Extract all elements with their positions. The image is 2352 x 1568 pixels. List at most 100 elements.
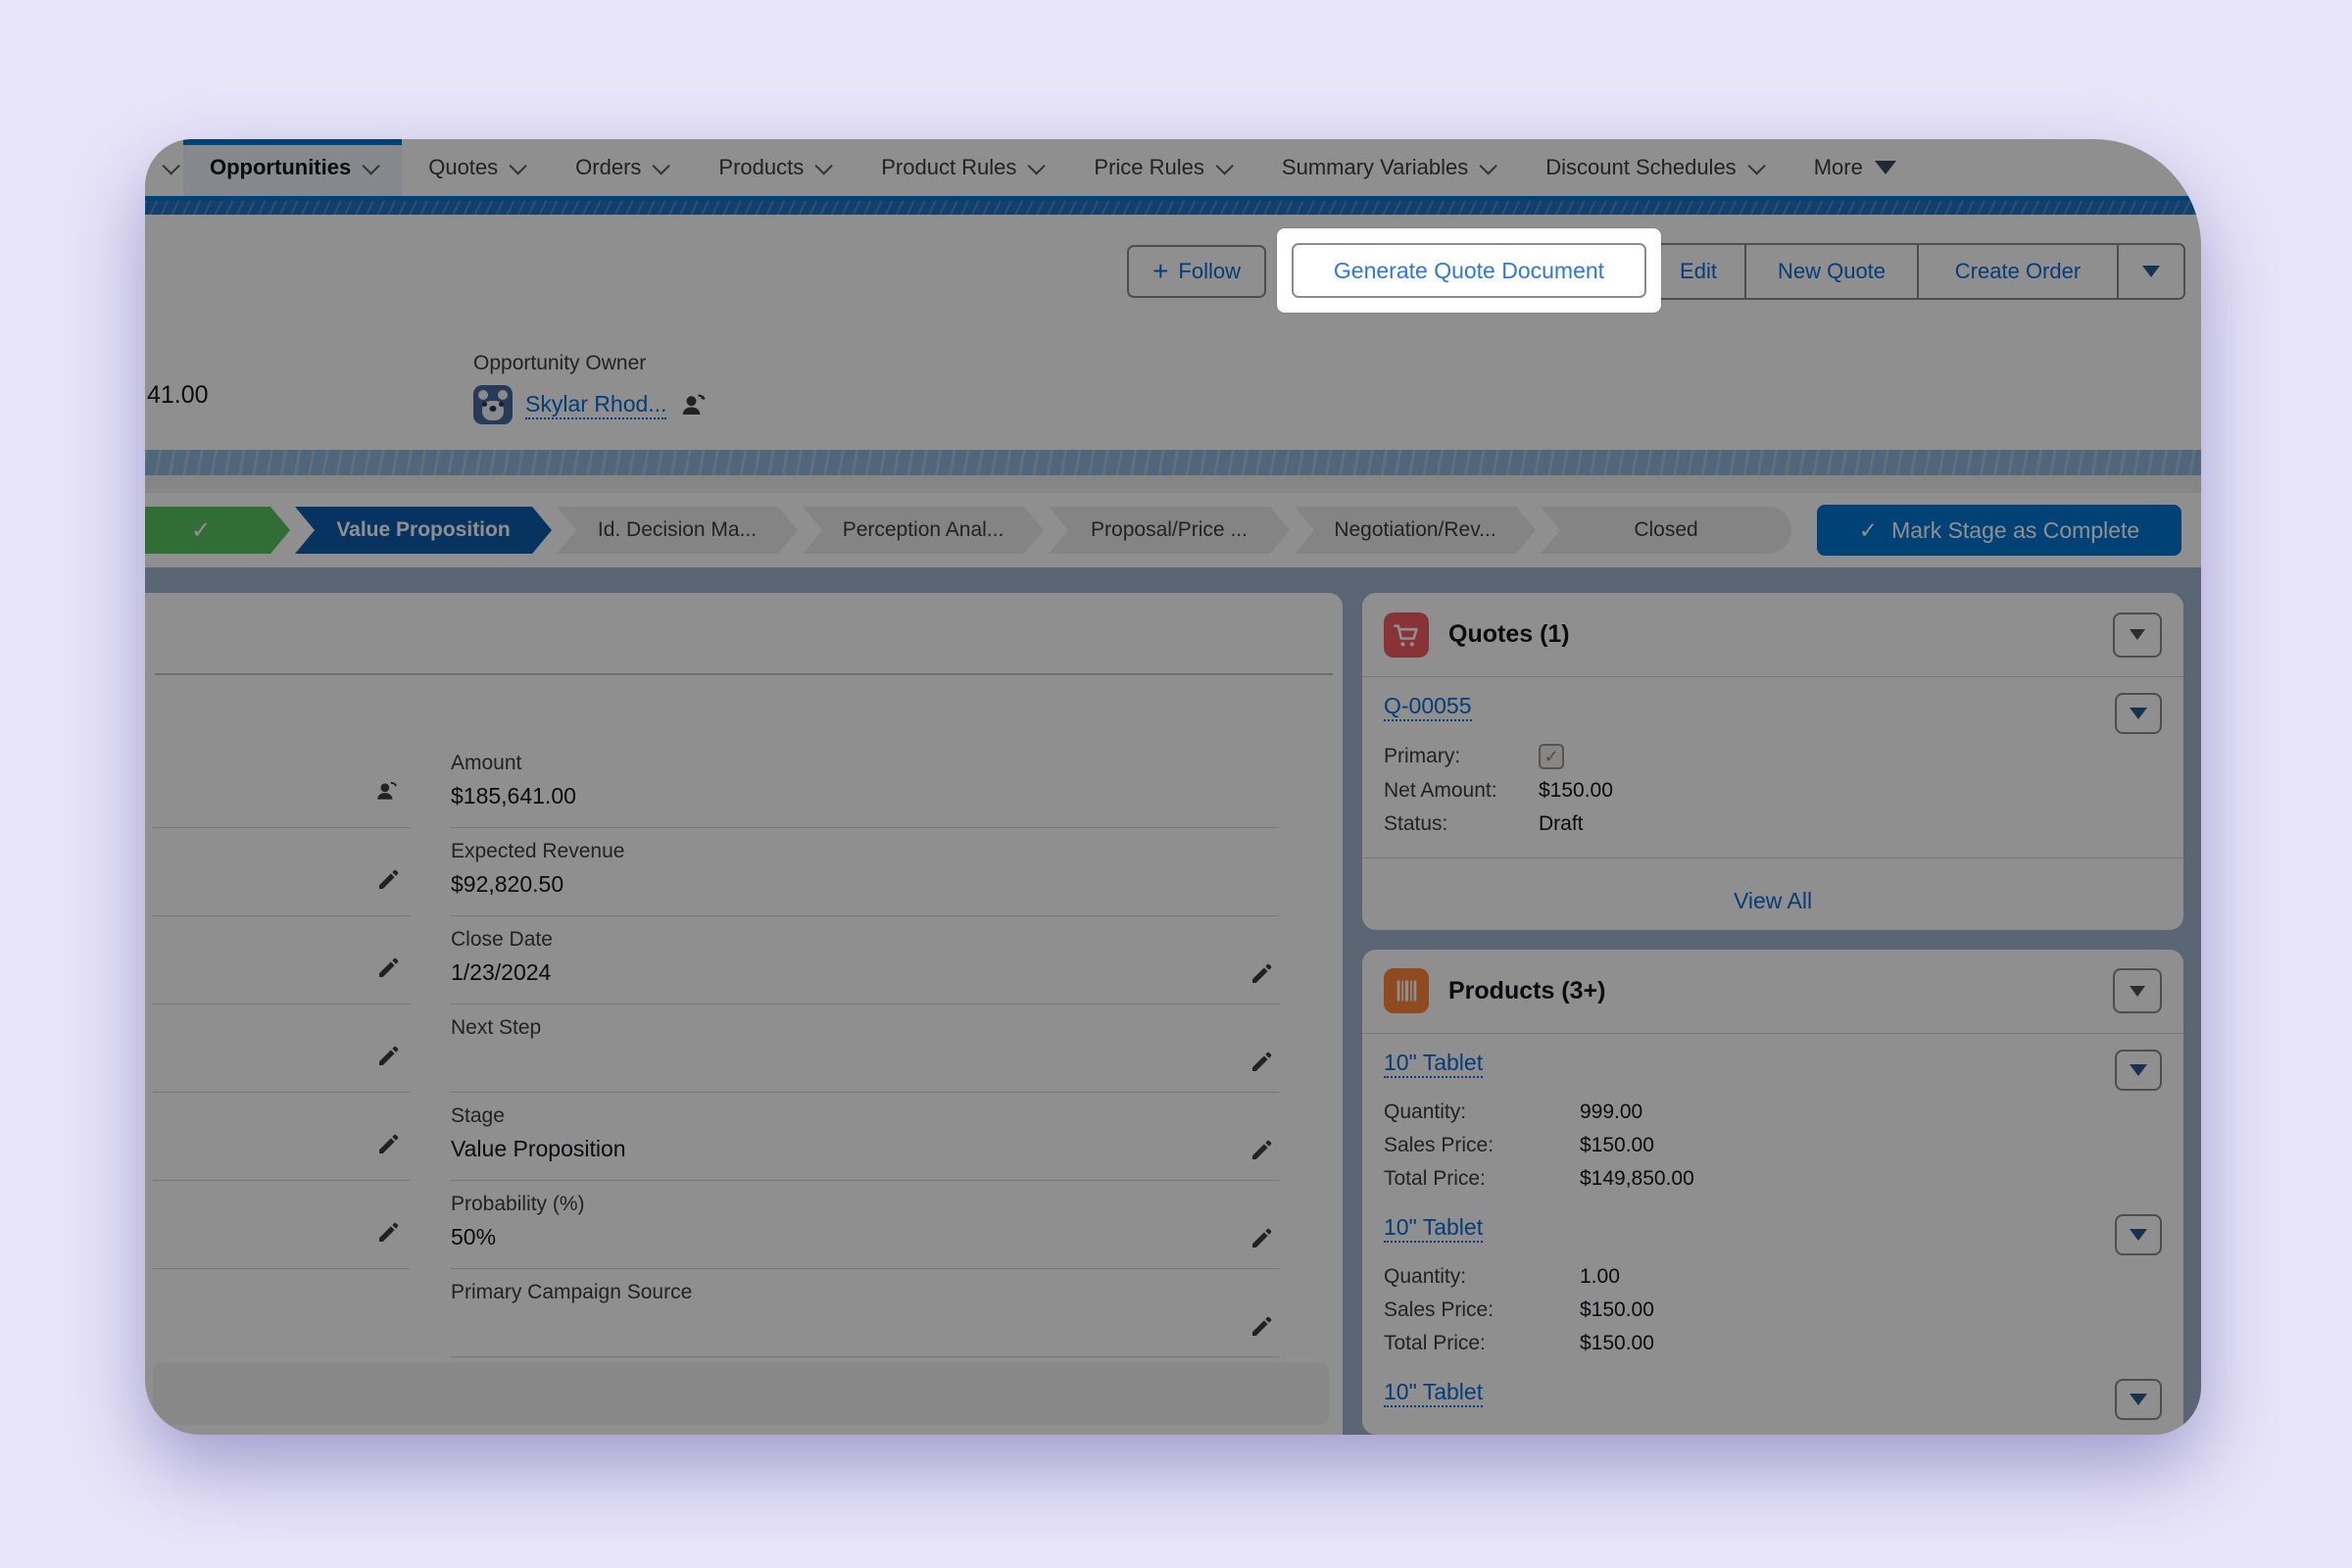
tab-summary-variables[interactable]: Summary Variables: [1255, 139, 1519, 196]
new-quote-button[interactable]: New Quote: [1744, 245, 1917, 298]
product-row-dropdown-button[interactable]: [2115, 1379, 2162, 1420]
view-all-link[interactable]: View All: [1734, 888, 1812, 914]
edit-pencil-icon[interactable]: [1250, 1315, 1273, 1339]
owner-avatar: [473, 385, 513, 424]
path-stage-value-proposition[interactable]: Value Proposition: [295, 507, 552, 554]
field-label: Close Date: [451, 928, 1279, 952]
edit-pencil-icon[interactable]: [1250, 1051, 1273, 1074]
total-price-label: Total Price:: [1384, 1167, 1580, 1191]
products-related-list: Products (3+) 10" Tablet: [1362, 950, 2183, 1435]
app-window: Opportunities Quotes Orders Products Pro…: [145, 139, 2201, 1435]
tab-discount-schedules[interactable]: Discount Schedules: [1519, 139, 1787, 196]
quotes-related-list: Quotes (1) Q-00055 Primary: ✓: [1362, 593, 2183, 930]
path-stage-id-decision-makers[interactable]: Id. Decision Ma...: [557, 507, 798, 554]
follow-button[interactable]: + Follow: [1127, 245, 1266, 298]
status-value: Draft: [1539, 812, 1584, 836]
quote-record-link[interactable]: Q-00055: [1384, 693, 1472, 721]
product-record-link[interactable]: 10" Tablet: [1384, 1050, 1483, 1078]
owner-link[interactable]: Skylar Rhod...: [525, 391, 666, 419]
tab-label: More: [1814, 155, 1863, 180]
mark-stage-complete-button[interactable]: ✓ Mark Stage as Complete: [1817, 505, 2181, 556]
quantity-label: Quantity:: [1384, 1265, 1580, 1289]
quantity-value: 999.00: [1580, 1101, 1642, 1124]
edit-pencil-icon[interactable]: [1250, 962, 1273, 986]
product-record-link[interactable]: 10" Tablet: [1384, 1379, 1483, 1407]
clipped-amount-value: 41.00: [147, 381, 209, 410]
path-stage-proposal-price[interactable]: Proposal/Price ...: [1049, 507, 1290, 554]
opportunity-owner-field: Opportunity Owner Skylar Rhod...: [473, 352, 709, 424]
change-owner-icon[interactable]: [374, 778, 400, 804]
edit-pencil-icon[interactable]: [1250, 1139, 1273, 1162]
clipped-field-row: [153, 916, 410, 1004]
path-stage-perception-analysis[interactable]: Perception Anal...: [803, 507, 1044, 554]
tab-label: Orders: [575, 155, 641, 180]
tab-more[interactable]: More: [1788, 139, 1923, 196]
field-next-step: Next Step: [451, 1004, 1279, 1093]
field-value: $185,641.00: [451, 783, 1279, 810]
path-stage-closed[interactable]: Closed: [1541, 507, 1791, 554]
tab-opportunities[interactable]: Opportunities: [183, 139, 402, 196]
quantity-value: 1.00: [1580, 1265, 1620, 1289]
generate-quote-document-button[interactable]: Generate Quote Document: [1292, 243, 1646, 298]
record-header: + Follow Edit New Quote Create Order 41.…: [145, 215, 2201, 450]
tab-price-rules[interactable]: Price Rules: [1067, 139, 1254, 196]
tab-label: Discount Schedules: [1545, 155, 1736, 180]
chevron-down-icon[interactable]: [653, 157, 670, 174]
chevron-down-icon[interactable]: [363, 157, 380, 174]
quotes-card-title[interactable]: Quotes (1): [1448, 620, 1570, 649]
clipped-tab-chevron-icon[interactable]: [155, 139, 183, 196]
more-actions-dropdown-button[interactable]: [2117, 245, 2183, 298]
primary-checkbox[interactable]: ✓: [1539, 744, 1564, 769]
owner-field-label: Opportunity Owner: [473, 352, 709, 375]
section-gap: [145, 567, 2201, 593]
caret-down-icon: [2130, 1064, 2147, 1076]
field-label: Expected Revenue: [451, 840, 1279, 863]
field-expected-revenue: Expected Revenue $92,820.50: [451, 828, 1279, 916]
sales-price-value: $150.00: [1580, 1134, 1654, 1157]
tab-product-rules[interactable]: Product Rules: [855, 139, 1067, 196]
chevron-down-icon[interactable]: [1747, 157, 1765, 174]
quotes-object-icon: [1384, 612, 1429, 658]
sales-price-value: $150.00: [1580, 1298, 1654, 1322]
tab-products[interactable]: Products: [692, 139, 855, 196]
product-record-link[interactable]: 10" Tablet: [1384, 1214, 1483, 1243]
chevron-down-icon[interactable]: [1215, 157, 1233, 174]
clipped-field-row: [153, 1181, 410, 1269]
sales-price-label: Sales Price:: [1384, 1134, 1580, 1157]
caret-down-icon[interactable]: [1875, 161, 1896, 174]
products-card-title[interactable]: Products (3+): [1448, 977, 1605, 1005]
create-order-button[interactable]: Create Order: [1917, 245, 2117, 298]
quotes-list-dropdown-button[interactable]: [2113, 612, 2162, 658]
field-close-date: Close Date 1/23/2024: [451, 916, 1279, 1004]
change-owner-icon[interactable]: [679, 390, 709, 419]
chevron-down-icon[interactable]: [815, 157, 833, 174]
field-label: Next Step: [451, 1016, 1279, 1040]
clipped-field-row: [153, 1269, 410, 1357]
product-row-dropdown-button[interactable]: [2115, 1214, 2162, 1255]
path-stage-negotiation-review[interactable]: Negotiation/Rev...: [1295, 507, 1536, 554]
tab-orders[interactable]: Orders: [549, 139, 692, 196]
quote-row-dropdown-button[interactable]: [2115, 693, 2162, 734]
main-content: Amount $185,641.00 Expected Revenue $92,…: [145, 593, 2201, 1435]
edit-pencil-icon[interactable]: [376, 1221, 400, 1245]
total-price-label: Total Price:: [1384, 1332, 1580, 1355]
chevron-down-icon[interactable]: [510, 157, 527, 174]
product-row-dropdown-button[interactable]: [2115, 1050, 2162, 1091]
path-stage-completed[interactable]: ✓: [145, 507, 290, 554]
edit-pencil-icon[interactable]: [376, 1045, 400, 1068]
related-lists-column: Quotes (1) Q-00055 Primary: ✓: [1362, 593, 2183, 1435]
chevron-down-icon[interactable]: [1480, 157, 1497, 174]
edit-pencil-icon[interactable]: [376, 1133, 400, 1156]
caret-down-icon: [2130, 629, 2145, 640]
caret-down-icon: [2130, 1394, 2147, 1405]
edit-pencil-icon[interactable]: [1250, 1227, 1273, 1250]
products-list-dropdown-button[interactable]: [2113, 968, 2162, 1013]
sales-path: ✓ Value Proposition Id. Decision Ma... P…: [145, 493, 2201, 567]
tab-label: Products: [718, 155, 804, 180]
chevron-down-icon[interactable]: [1028, 157, 1046, 174]
spotlight-highlight: Generate Quote Document: [1277, 228, 1661, 313]
edit-pencil-icon[interactable]: [376, 956, 400, 980]
tab-quotes[interactable]: Quotes: [402, 139, 549, 196]
edit-button[interactable]: Edit: [1652, 245, 1744, 298]
edit-pencil-icon[interactable]: [376, 868, 400, 892]
